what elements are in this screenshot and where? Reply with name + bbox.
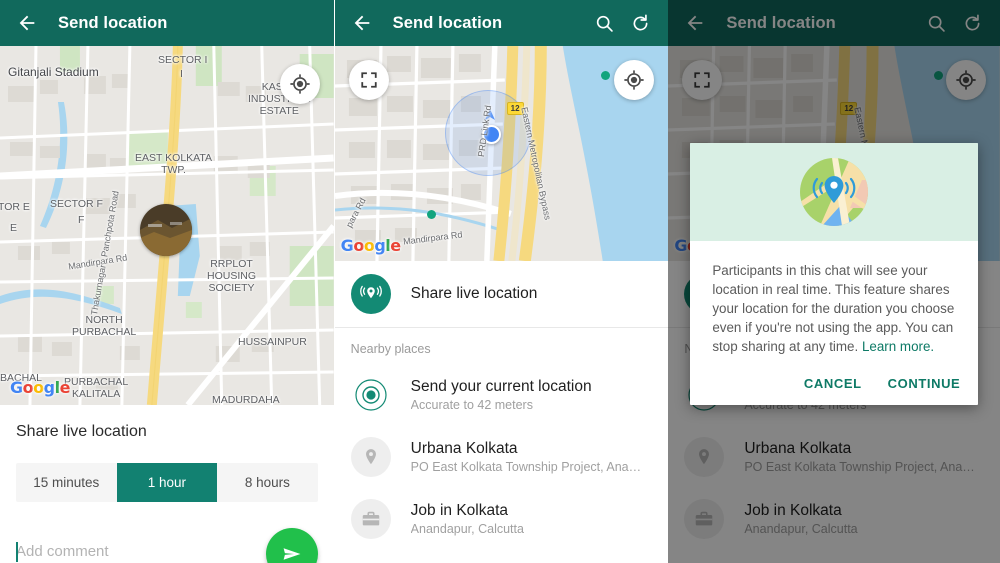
list-item-subtitle: Anandapur, Calcutta [410, 522, 524, 536]
list-item-title: Job in Kolkata [744, 502, 842, 519]
refresh-icon [956, 7, 988, 39]
list-item-text: Job in Kolkata Anandapur, Calcutta [744, 502, 976, 536]
page-title: Send location [726, 13, 836, 32]
list-item-title: Job in Kolkata [410, 502, 509, 519]
live-location-consent-dialog: Participants in this chat will see your … [690, 143, 979, 405]
continue-button[interactable]: CONTINUE [888, 376, 961, 391]
panel-live-location-consent-dialog: Send location 12 G Accurate to 42 meters… [668, 0, 1000, 563]
google-logo: Google [10, 378, 70, 397]
dialog-actions: CANCEL CONTINUE [690, 360, 978, 405]
current-location-icon [351, 375, 391, 415]
live-location-map-illustration [800, 158, 869, 226]
list-item-text: Urbana Kolkata PO East Kolkata Township … [744, 440, 976, 474]
list-item-subtitle: Accurate to 42 meters [410, 398, 533, 412]
duration-selector: 15 minutes 1 hour 8 hours [16, 463, 318, 502]
fullscreen-icon[interactable] [348, 60, 389, 100]
heading-arrow-icon [484, 109, 495, 120]
list-item-title: Urbana Kolkata [744, 440, 852, 457]
duration-option-15-minutes[interactable]: 15 minutes [16, 463, 117, 502]
list-item-text: Job in Kolkata Anandapur, Calcutta [411, 502, 643, 536]
page-title: Send location [58, 13, 168, 32]
poi-dot[interactable] [600, 71, 610, 80]
dialog-hero [690, 143, 979, 241]
learn-more-link[interactable]: Learn more. [862, 339, 934, 354]
list-item-job-in-kolkata[interactable]: Job in Kolkata Anandapur, Calcutta [335, 488, 669, 550]
my-location-icon [946, 60, 987, 100]
page-title: Send location [392, 13, 503, 32]
list-item-text: Urbana Kolkata PO East Kolkata Township … [411, 440, 643, 474]
dialog-body: Participants in this chat will see your … [690, 241, 978, 360]
comment-row: Add comment [16, 528, 318, 563]
back-icon [680, 8, 710, 38]
map-view[interactable]: 12 PRD Link Rd Eastern Metropolitan Bypa… [334, 46, 669, 261]
app-bar: Send location [334, 0, 669, 46]
google-logo: Google [340, 236, 401, 255]
list-item-subtitle: Anandapur, Calcutta [744, 522, 858, 536]
current-location-dot [481, 125, 501, 144]
place-pin-icon [350, 437, 391, 477]
app-bar: Send location [0, 0, 334, 46]
list-item-subtitle: PO East Kolkata Township Project, Ananda… [744, 460, 977, 474]
my-location-icon[interactable] [279, 64, 320, 104]
poi-dot[interactable] [426, 210, 436, 219]
search-icon[interactable] [588, 7, 620, 39]
live-location-icon [350, 274, 391, 314]
panel-send-location-list: Send location 12 PRD Link Rd Eastern Met… [333, 0, 669, 563]
location-list: Share live location Nearby places Send y… [334, 261, 669, 550]
duration-option-8-hours[interactable]: 8 hours [217, 463, 318, 502]
section-header-nearby-places: Nearby places [350, 342, 431, 356]
panel-share-live-location-compose: Send location Gitanjali Stadium SECTOR I… [0, 0, 334, 563]
briefcase-icon [350, 499, 391, 539]
comment-placeholder: Add comment [16, 543, 109, 560]
back-icon[interactable] [347, 8, 377, 38]
list-item-text: Send your current location Accurate to 4… [411, 378, 653, 412]
cancel-button[interactable]: CANCEL [804, 376, 862, 391]
list-item-text: Share live location [411, 285, 653, 303]
list-item-title: Urbana Kolkata [410, 440, 518, 457]
highway-shield: 12 [506, 102, 524, 115]
duration-option-1-hour[interactable]: 1 hour [116, 463, 218, 502]
app-bar: Send location [668, 0, 1000, 46]
place-pin-icon [684, 437, 725, 477]
back-icon[interactable] [12, 8, 42, 38]
list-item-urbana-kolkata: Urbana Kolkata PO East Kolkata Township … [668, 426, 1000, 488]
three-panel-screenshot: Send location Gitanjali Stadium SECTOR I… [0, 0, 1000, 563]
list-item-title: Send your current location [410, 378, 592, 395]
comment-input[interactable]: Add comment [16, 542, 248, 563]
share-live-location-sheet: Share live location 15 minutes 1 hour 8 … [0, 405, 334, 563]
send-button[interactable] [265, 528, 318, 563]
avatar [140, 204, 192, 256]
list-item-subtitle: PO East Kolkata Township Project, Ananda… [410, 460, 643, 474]
map-view[interactable]: Gitanjali Stadium SECTOR I I KASBA INDUS… [0, 46, 334, 405]
refresh-icon[interactable] [624, 7, 656, 39]
sheet-heading: Share live location [16, 423, 147, 440]
text-caret [16, 542, 18, 562]
briefcase-icon [684, 499, 725, 539]
list-item-job-in-kolkata: Job in Kolkata Anandapur, Calcutta [668, 488, 1000, 550]
list-item-title: Share live location [410, 285, 538, 302]
list-item-send-current-location[interactable]: Send your current location Accurate to 4… [335, 364, 669, 426]
highway-shield: 12 [840, 102, 858, 115]
list-item-urbana-kolkata[interactable]: Urbana Kolkata PO East Kolkata Township … [335, 426, 669, 488]
search-icon [920, 7, 952, 39]
list-item-share-live-location[interactable]: Share live location [335, 261, 669, 327]
